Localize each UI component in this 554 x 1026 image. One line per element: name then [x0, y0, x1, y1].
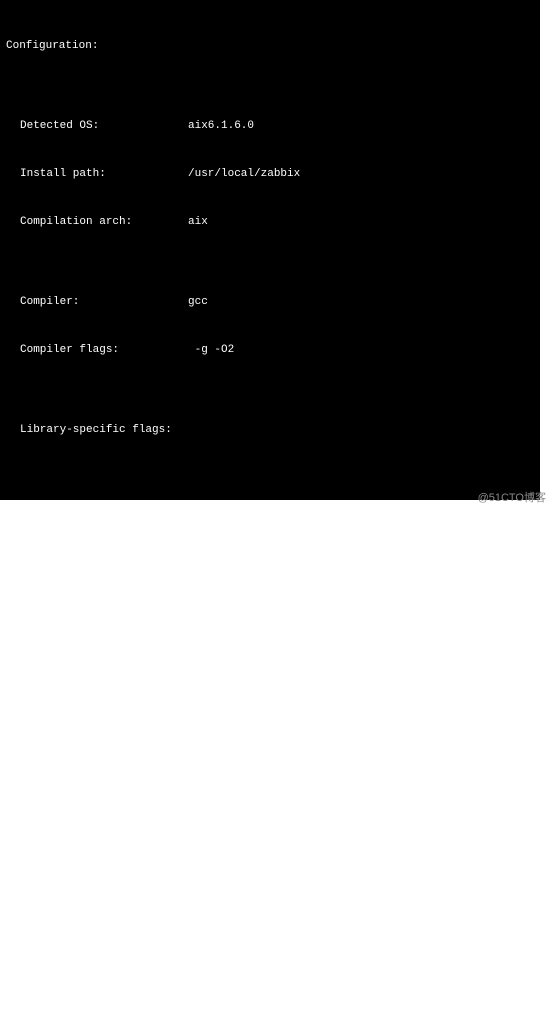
compiler-flags-label: Compiler flags: [20, 342, 188, 358]
watermark: @51CTO博客 [478, 489, 546, 505]
linker-flags-row: Linker flags: [6, 806, 534, 822]
java-gateway-row: Enable Java gateway:no [6, 934, 534, 950]
enable-proxy-row: Enable proxy:no [6, 582, 534, 598]
library-flags-header: Library-specific flags: [6, 422, 534, 438]
detected-os-row: Detected OS:aix6.1.6.0 [6, 118, 534, 134]
compiler-flags-row: Compiler flags: -g -O2 [6, 342, 534, 358]
detected-os-label: Detected OS: [20, 118, 188, 134]
enable-server-label: Enable server: [20, 502, 188, 518]
compilation-arch-value: aix [188, 214, 208, 230]
libraries-label: Libraries: [34, 854, 188, 870]
tls-row: TLS: no [6, 758, 534, 774]
java-gateway-value: no [188, 934, 201, 950]
tls-value: no [188, 758, 221, 774]
config-header: Configuration: [6, 38, 534, 54]
ldap-row: LDAP support:no [6, 1014, 534, 1026]
enable-server-value: no [188, 502, 201, 518]
ldap-value: no [188, 1014, 201, 1026]
agent-details-header: Agent details: [6, 710, 534, 726]
terminal-output: Configuration: Detected OS:aix6.1.6.0 In… [0, 0, 540, 500]
install-path-row: Install path:/usr/local/zabbix [6, 166, 534, 182]
ldap-label: LDAP support: [20, 1014, 188, 1026]
enable-server-row: Enable server:no [6, 502, 534, 518]
compiler-value: gcc [188, 294, 208, 310]
enable-agent-label: Enable agent: [20, 662, 188, 678]
tls-label: TLS: [34, 758, 188, 774]
compiler-flags-value: -g -O2 [188, 342, 234, 358]
compiler-row: Compiler:gcc [6, 294, 534, 310]
compilation-arch-row: Compilation arch:aix [6, 214, 534, 230]
enable-proxy-value: no [188, 582, 201, 598]
enable-agent-value: yes [188, 662, 208, 678]
java-gateway-label: Enable Java gateway: [20, 934, 188, 950]
install-path-label: Install path: [20, 166, 188, 182]
enable-proxy-label: Enable proxy: [20, 582, 188, 598]
linker-flags-label: Linker flags: [34, 806, 188, 822]
libraries-value: -lperfstat -lpcreposix -lpcre -liconv [188, 854, 505, 870]
compilation-arch-label: Compilation arch: [20, 214, 188, 230]
detected-os-value: aix6.1.6.0 [188, 118, 254, 134]
install-path-value: /usr/local/zabbix [188, 166, 300, 182]
libraries-row: Libraries: -lperfstat -lpcreposix -lpcre… [6, 854, 534, 870]
enable-agent-row: Enable agent:yes [6, 662, 534, 678]
compiler-label: Compiler: [20, 294, 188, 310]
